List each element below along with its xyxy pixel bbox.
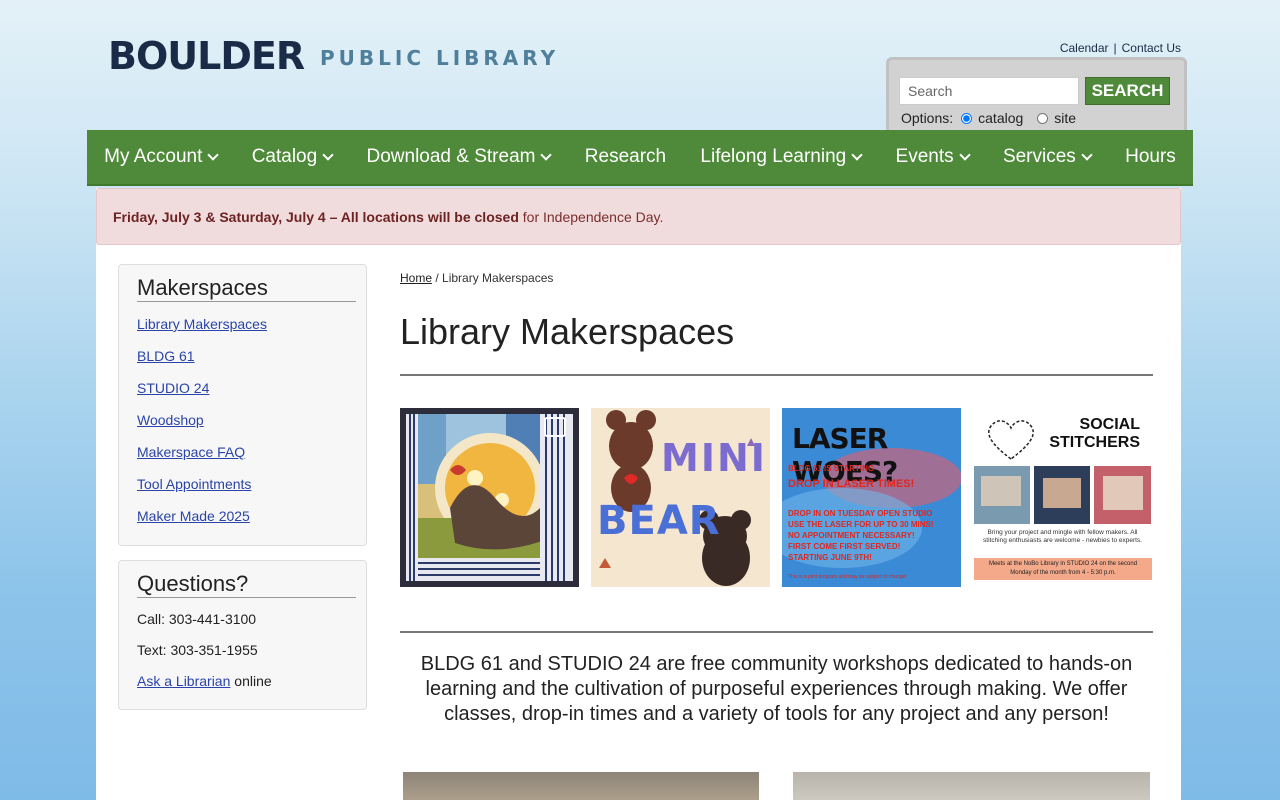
nav-label: Catalog (251, 146, 318, 167)
sidebar-link-makerspace-faq[interactable]: Makerspace FAQ (137, 444, 356, 461)
laser-line1: BLDG 61 IS STARTING (788, 464, 875, 473)
divider (400, 374, 1153, 376)
quilt-image (400, 408, 579, 587)
site-radio-label[interactable]: site (1054, 110, 1076, 126)
logo-boulder[interactable]: BOULDER (108, 34, 305, 78)
chevron-down-icon (958, 149, 971, 161)
questions-card: Questions? Call: 303-441-3100 Text: 303-… (118, 560, 367, 710)
chevron-down-icon (540, 149, 553, 161)
nav-download-stream[interactable]: Download & Stream (366, 146, 553, 168)
nav-services[interactable]: Services (1002, 146, 1093, 168)
breadcrumb-current: Library Makerspaces (442, 271, 554, 285)
makerspace-photo (793, 772, 1150, 800)
breadcrumb: Home / Library Makerspaces (400, 271, 553, 285)
sidebar-link-maker-made-2025[interactable]: Maker Made 2025 (137, 508, 356, 525)
makerspaces-card: Makerspaces Library Makerspaces BLDG 61 … (118, 264, 367, 546)
nav-label: Lifelong Learning (700, 146, 847, 167)
chevron-down-icon (322, 149, 334, 161)
nav-label: My Account (104, 146, 203, 167)
chevron-down-icon (851, 149, 863, 161)
instagram-tile-mini-bear[interactable]: MINI BEAR (591, 408, 770, 587)
stitchers-footer: Meets at the NoBo Library in STUDIO 24 o… (974, 558, 1152, 580)
main-nav: My Account Catalog Download & Stream Res… (87, 130, 1193, 186)
search-button[interactable]: SEARCH (1085, 77, 1170, 105)
nav-lifelong-learning[interactable]: Lifelong Learning (700, 146, 863, 168)
ask-librarian-link[interactable]: Ask a Librarian (137, 673, 230, 689)
questions-heading: Questions? (137, 571, 356, 598)
heart-icon (988, 420, 1034, 460)
stitchers-title-line2: STITCHERS (1049, 434, 1140, 451)
search-options: Options: catalog site (901, 110, 1076, 126)
logo-public-library[interactable]: PUBLIC LIBRARY (320, 46, 559, 70)
contact-us-link[interactable]: Contact Us (1122, 41, 1181, 55)
laser-line7: STARTING JUNE 9TH! (788, 553, 872, 562)
laser-line2: DROP IN LASER TIMES! (788, 478, 915, 490)
mini-text: MINI (661, 436, 767, 480)
page-title: Library Makerspaces (400, 311, 735, 352)
ask-librarian-line: Ask a Librarian online (137, 673, 356, 690)
top-links: Calendar | Contact Us (1060, 41, 1181, 55)
main-content: Friday, July 3 & Saturday, July 4 – All … (96, 188, 1181, 800)
options-label: Options: (901, 110, 954, 126)
alert-bold-text: Friday, July 3 & Saturday, July 4 – All … (113, 209, 519, 225)
nav-research[interactable]: Research (585, 146, 666, 168)
makerspaces-heading: Makerspaces (137, 275, 356, 302)
stitchers-photos (974, 466, 1151, 524)
nav-label: Research (584, 146, 667, 167)
calendar-link[interactable]: Calendar (1060, 41, 1109, 55)
nav-hours[interactable]: Hours (1125, 146, 1176, 168)
nav-label: Events (895, 146, 954, 167)
nav-my-account[interactable]: My Account (104, 146, 220, 168)
laser-details: DROP IN ON TUESDAY OPEN STUDIO USE THE L… (788, 508, 934, 563)
site-radio[interactable] (1037, 112, 1049, 124)
search-box: SEARCH Options: catalog site (886, 57, 1187, 133)
sidebar-link-library-makerspaces[interactable]: Library Makerspaces (137, 316, 356, 333)
instagram-tile-social-stitchers[interactable]: SOCIAL STITCHERS Bring your project and … (973, 408, 1152, 587)
instagram-tile-laser-woes[interactable]: LASER WOES? BLDG 61 IS STARTING DROP IN … (782, 408, 961, 587)
bear-text: BEAR (597, 498, 721, 544)
closure-alert: Friday, July 3 & Saturday, July 4 – All … (96, 188, 1181, 245)
catalog-radio[interactable] (961, 112, 973, 124)
breadcrumb-home[interactable]: Home (400, 271, 432, 285)
catalog-radio-label[interactable]: catalog (978, 110, 1023, 126)
sidebar-link-bldg-61[interactable]: BLDG 61 (137, 348, 356, 365)
stitchers-title-line1: SOCIAL (1079, 416, 1140, 433)
chevron-down-icon (207, 149, 220, 161)
laser-line6: FIRST COME FIRST SERVED! (788, 542, 901, 551)
nav-label: Services (1002, 146, 1076, 167)
makerspace-photo (403, 772, 759, 800)
ask-librarian-suffix: online (230, 673, 272, 689)
laser-footer: This is a pilot program and may be subje… (788, 574, 907, 580)
alert-text: for Independence Day. (518, 209, 664, 225)
divider (400, 631, 1153, 633)
stitchers-title: SOCIAL STITCHERS (1049, 416, 1140, 452)
laser-line5: NO APPOINTMENT NECESSARY! (788, 531, 915, 540)
sidebar-link-woodshop[interactable]: Woodshop (137, 412, 356, 429)
nav-label: Hours (1125, 146, 1176, 167)
instagram-tile-quilt[interactable] (400, 408, 579, 587)
intro-paragraph: BLDG 61 and STUDIO 24 are free community… (420, 653, 1133, 725)
nav-catalog[interactable]: Catalog (251, 146, 334, 168)
nav-events[interactable]: Events (895, 146, 971, 168)
search-input[interactable] (899, 77, 1079, 105)
text-number: Text: 303-351-1955 (137, 642, 258, 658)
chevron-down-icon (1081, 149, 1093, 161)
call-number: Call: 303-441-3100 (137, 611, 257, 627)
laser-line3: DROP IN ON TUESDAY OPEN STUDIO (788, 509, 933, 518)
sidebar-link-tool-appointments[interactable]: Tool Appointments (137, 476, 356, 493)
breadcrumb-separator: / (432, 271, 443, 285)
top-links-separator: | (1113, 41, 1117, 55)
laser-line4: USE THE LASER FOR UP TO 30 MINS! (788, 520, 934, 529)
sidebar-link-studio-24[interactable]: STUDIO 24 (137, 380, 356, 397)
stitchers-body: Bring your project and mingle with fello… (983, 529, 1142, 544)
nav-label: Download & Stream (366, 146, 536, 167)
